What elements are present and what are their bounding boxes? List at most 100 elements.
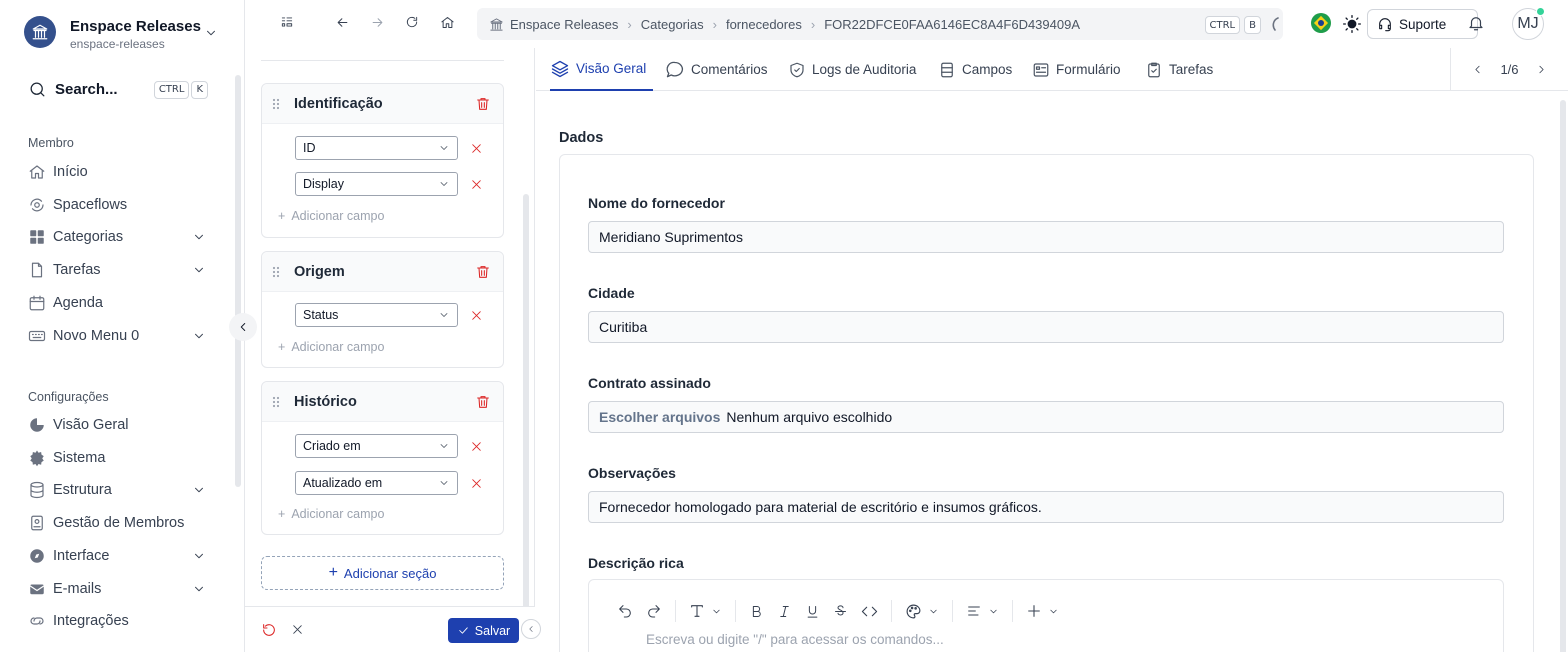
undo-icon[interactable] xyxy=(617,603,633,619)
underline-icon[interactable] xyxy=(805,604,820,619)
chevron-down-icon[interactable] xyxy=(192,549,206,563)
delete-section-trash-icon[interactable] xyxy=(475,394,491,410)
field-select[interactable]: Atualizado em xyxy=(295,471,458,495)
main-scrollbar[interactable] xyxy=(1560,100,1566,652)
plus-icon xyxy=(1028,605,1040,617)
remove-field-x-icon[interactable] xyxy=(470,440,483,453)
tab-campos[interactable]: Campos xyxy=(938,48,1012,91)
strikethrough-icon[interactable] xyxy=(833,604,848,619)
choose-files-button[interactable]: Escolher arquivos xyxy=(599,409,720,425)
add-section-button[interactable]: + Adicionar seção xyxy=(261,556,504,590)
field-select[interactable]: Display xyxy=(295,172,458,196)
field-select-value: ID xyxy=(303,141,316,155)
home-icon[interactable] xyxy=(440,15,455,30)
breadcrumb-item-workspace[interactable]: Enspace Releases xyxy=(510,17,618,32)
chevron-down-icon[interactable] xyxy=(192,483,206,497)
add-field-button[interactable]: + Adicionar campo xyxy=(278,507,384,521)
remove-field-x-icon[interactable] xyxy=(470,477,483,490)
delete-section-trash-icon[interactable] xyxy=(475,264,491,280)
color-palette-dropdown[interactable] xyxy=(905,603,939,620)
close-x-icon[interactable] xyxy=(291,623,304,636)
reload-icon[interactable] xyxy=(405,15,419,29)
field-select[interactable]: Criado em xyxy=(295,434,458,458)
breadcrumb-item-fornecedores[interactable]: fornecedores xyxy=(726,17,802,32)
sidebar-search[interactable]: Search... CTRL K xyxy=(28,80,208,99)
redo-icon[interactable] xyxy=(646,603,662,619)
code-icon[interactable] xyxy=(861,603,878,620)
contract-file-input[interactable]: Escolher arquivos Nenhum arquivo escolhi… xyxy=(588,401,1504,433)
support-button[interactable]: Suporte xyxy=(1367,9,1478,39)
delete-section-trash-icon[interactable] xyxy=(475,96,491,112)
sidebar-item-integra-es[interactable]: Integrações xyxy=(28,609,206,633)
breadcrumb-item-categorias[interactable]: Categorias xyxy=(641,17,704,32)
workspace-slug: enspace-releases xyxy=(70,37,165,51)
add-field-label: Adicionar campo xyxy=(291,209,385,223)
remove-field-x-icon[interactable] xyxy=(470,178,483,191)
tab-visao-geral[interactable]: Visão Geral xyxy=(550,48,653,91)
supplier-name-input[interactable]: Meridiano Suprimentos xyxy=(588,221,1504,253)
prev-record-chevron-icon[interactable] xyxy=(1471,63,1484,76)
search-shortcut-ctrl: CTRL xyxy=(153,80,190,99)
drag-handle-icon[interactable] xyxy=(272,396,280,408)
workspace-switcher-chevron-icon[interactable] xyxy=(204,26,218,40)
city-input[interactable]: Curitiba xyxy=(588,311,1504,343)
theme-sun-icon[interactable] xyxy=(1342,14,1362,34)
sidebar-item-interface[interactable]: Interface xyxy=(28,544,206,568)
sidebar-item-spaceflows[interactable]: Spaceflows xyxy=(28,193,206,217)
remove-field-x-icon[interactable] xyxy=(470,309,483,322)
text-style-dropdown[interactable] xyxy=(689,603,722,619)
sidebar-item-sistema[interactable]: Sistema xyxy=(28,446,206,470)
editor-placeholder[interactable]: Escreva ou digite "/" para acessar os co… xyxy=(646,632,944,647)
bold-icon[interactable] xyxy=(749,604,764,619)
sidebar-item-in-cio[interactable]: Início xyxy=(28,160,206,184)
section-title[interactable]: Origem xyxy=(294,264,345,280)
builder-scrollbar[interactable] xyxy=(523,194,529,622)
chevron-left-icon xyxy=(529,626,533,632)
sidebar-item-estrutura[interactable]: Estrutura xyxy=(28,478,206,502)
language-flag-icon[interactable] xyxy=(1311,13,1331,33)
workspace-name[interactable]: Enspace Releases xyxy=(70,18,201,35)
sidebar-item-agenda[interactable]: Agenda xyxy=(28,291,206,315)
sidebar-item-novo-menu-0[interactable]: Novo Menu 0 xyxy=(28,324,206,348)
sidebar-scrollbar[interactable] xyxy=(235,75,241,487)
section-title[interactable]: Identificação xyxy=(294,96,383,112)
sidebar-item-vis-o-geral[interactable]: Visão Geral xyxy=(28,413,206,437)
drag-handle-icon[interactable] xyxy=(272,98,280,110)
chevron-down-icon[interactable] xyxy=(192,263,206,277)
layout-toggle-icon[interactable] xyxy=(280,15,294,29)
add-field-button[interactable]: + Adicionar campo xyxy=(278,340,384,354)
tab-logs-auditoria[interactable]: Logs de Auditoria xyxy=(788,48,916,91)
insert-dropdown[interactable] xyxy=(1026,603,1059,619)
next-record-chevron-icon[interactable] xyxy=(1535,63,1548,76)
notifications-bell-icon[interactable] xyxy=(1467,14,1485,32)
field-select[interactable]: Status xyxy=(295,303,458,327)
sidebar-item-e-mails[interactable]: E-mails xyxy=(28,577,206,601)
tab-comentarios[interactable]: Comentários xyxy=(665,48,768,91)
chevron-down-icon[interactable] xyxy=(192,230,206,244)
chevron-down-icon[interactable] xyxy=(192,582,206,596)
sidebar-item-categorias[interactable]: Categorias xyxy=(28,225,206,249)
sidebar-item-tarefas[interactable]: Tarefas xyxy=(28,258,206,282)
keyboard-icon xyxy=(28,327,46,345)
chevron-down-icon[interactable] xyxy=(192,329,206,343)
reset-undo-icon[interactable] xyxy=(261,622,277,638)
breadcrumb-item-record[interactable]: FOR22DFCE0FAA6146EC8A4F6D439409A xyxy=(824,17,1080,32)
tab-tarefas[interactable]: Tarefas xyxy=(1145,48,1213,91)
section-title[interactable]: Histórico xyxy=(294,394,357,410)
back-arrow-icon[interactable] xyxy=(335,15,350,30)
italic-icon[interactable] xyxy=(777,604,792,619)
chevron-down-icon xyxy=(438,477,450,489)
sidebar-item-gest-o-de-membros[interactable]: Gestão de Membros xyxy=(28,511,206,535)
align-dropdown[interactable] xyxy=(966,603,999,619)
top-bar: Enspace Releases › Categorias › forneced… xyxy=(245,0,1568,48)
tab-formulario[interactable]: Formulário xyxy=(1032,48,1121,91)
field-select[interactable]: ID xyxy=(295,136,458,160)
notes-input[interactable]: Fornecedor homologado para material de e… xyxy=(588,491,1504,523)
drag-handle-icon[interactable] xyxy=(272,266,280,278)
forward-arrow-icon[interactable] xyxy=(370,15,385,30)
remove-field-x-icon[interactable] xyxy=(470,142,483,155)
workspace-logo-icon[interactable] xyxy=(24,16,56,48)
save-button[interactable]: Salvar xyxy=(448,618,519,643)
search-shortcut-k: K xyxy=(191,80,208,99)
add-field-button[interactable]: + Adicionar campo xyxy=(278,209,384,223)
